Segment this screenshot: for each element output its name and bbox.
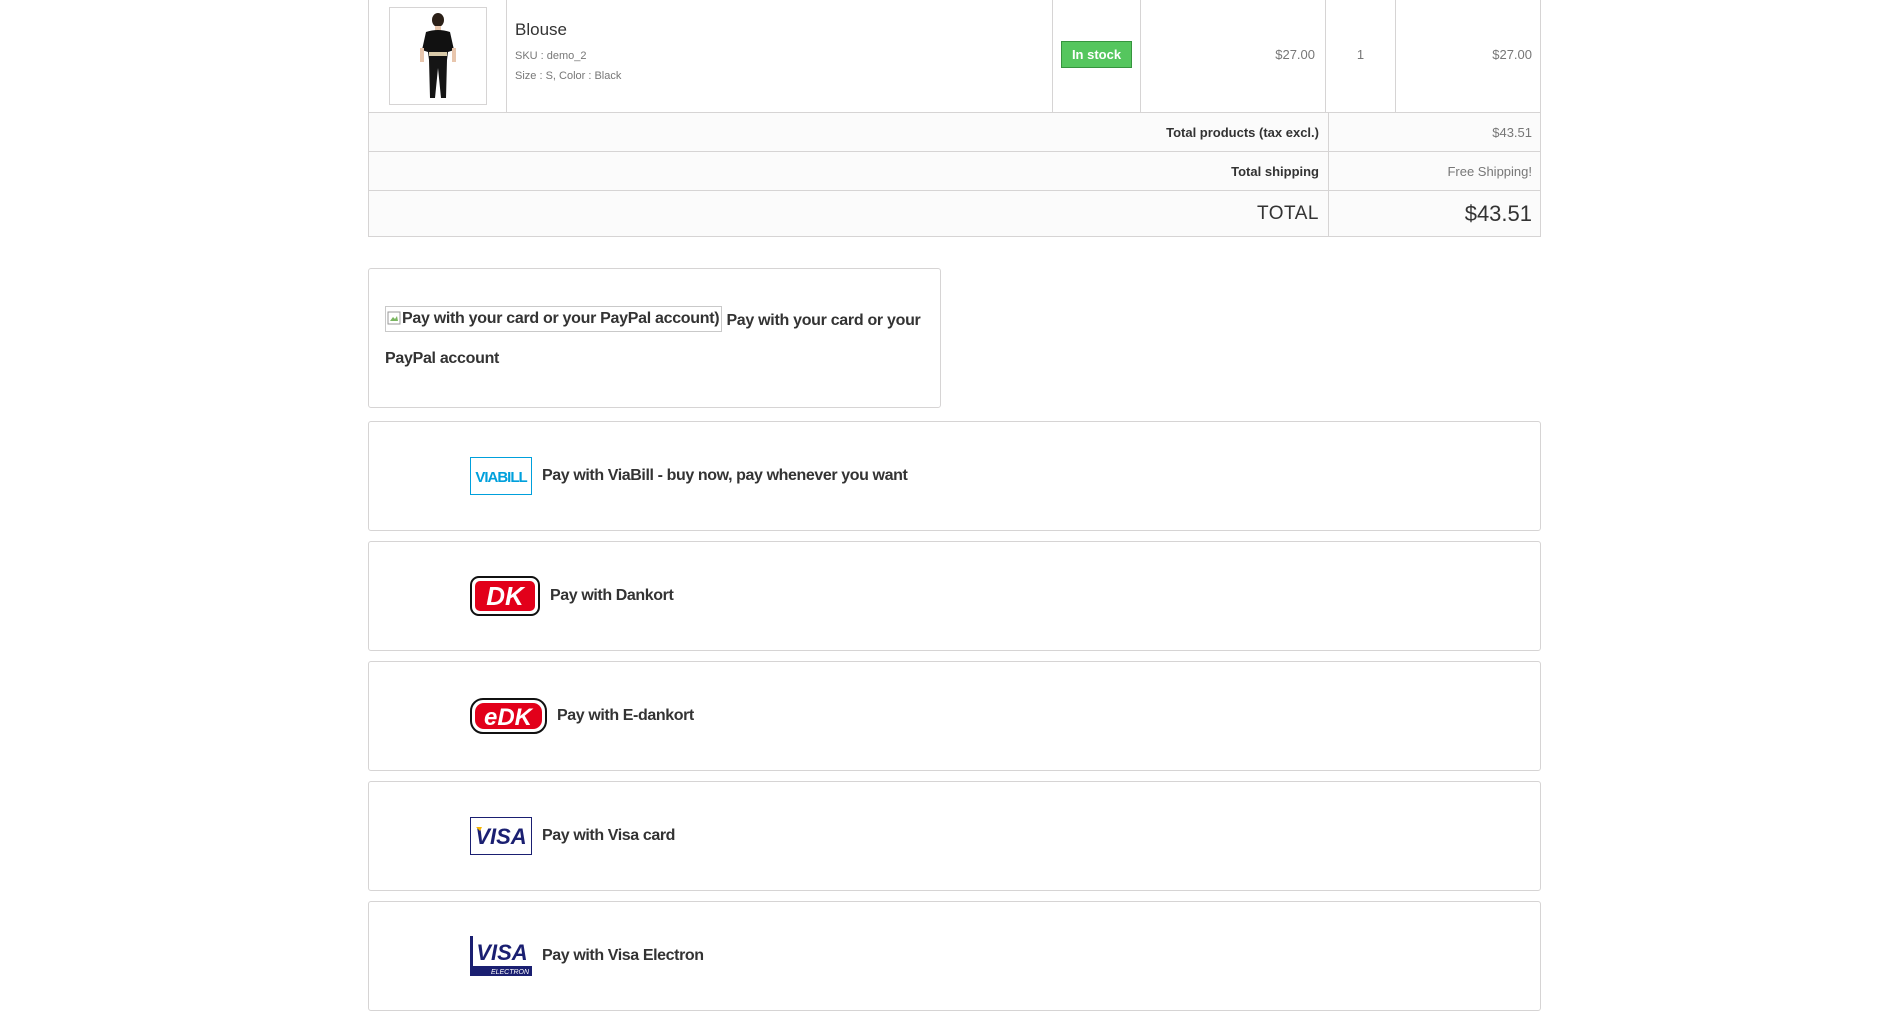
in-stock-badge: In stock xyxy=(1060,41,1133,68)
quantity: 1 xyxy=(1325,0,1395,112)
dankort-logo: DK xyxy=(470,576,540,616)
payment-option-paypal: Pay with your card or your PayPal accoun… xyxy=(368,268,941,408)
blouse-product-image xyxy=(419,13,456,98)
viabill-logo-text: VIABILL xyxy=(475,469,527,486)
total-value: $43.51 xyxy=(1328,191,1540,236)
visa-icon: VISA xyxy=(470,817,532,855)
payment-option-dankort[interactable]: DK Pay with Dankort xyxy=(368,541,1541,651)
unit-price: $27.00 xyxy=(1140,0,1325,112)
availability-cell: In stock xyxy=(1052,0,1140,112)
product-name-link[interactable]: Blouse xyxy=(515,20,567,40)
cart-table: Blouse SKU : demo_2 Size : S, Color : Bl… xyxy=(368,0,1541,237)
viabill-payment-label: Pay with ViaBill - buy now, pay whenever… xyxy=(542,467,908,484)
product-attributes: Size : S, Color : Black xyxy=(515,70,622,82)
dankort-payment-label: Pay with Dankort xyxy=(550,587,674,604)
paypal-logo-broken-image: Pay with your card or your PayPal accoun… xyxy=(385,306,723,332)
dankort-icon: DK xyxy=(470,576,540,616)
paypal-payment-link[interactable]: Pay with your card or your PayPal accoun… xyxy=(385,306,921,367)
edankort-logo: eDK xyxy=(470,698,547,734)
viabill-logo: VIABILL xyxy=(470,457,532,495)
payment-option-edankort[interactable]: eDK Pay with E-dankort xyxy=(368,661,1541,771)
table-row: Total shipping Free Shipping! xyxy=(369,151,1540,190)
total-shipping-value: Free Shipping! xyxy=(1328,152,1540,190)
visa-electron-icon: VISA ELECTRON xyxy=(470,936,532,976)
product-thumbnail[interactable] xyxy=(388,7,487,105)
dankort-logo-text: DK xyxy=(486,581,526,611)
total-products-value: $43.51 xyxy=(1328,113,1540,151)
table-row: TOTAL $43.51 xyxy=(369,190,1540,236)
visa-logo: VISA xyxy=(470,817,532,855)
visa-electron-logo-text: VISA xyxy=(476,940,527,965)
product-image-cell xyxy=(369,0,506,112)
order-summary: Blouse SKU : demo_2 Size : S, Color : Bl… xyxy=(368,0,1541,1011)
viabill-icon: VIABILL xyxy=(470,457,532,495)
table-row: Blouse SKU : demo_2 Size : S, Color : Bl… xyxy=(369,0,1540,112)
product-sku: SKU : demo_2 xyxy=(515,50,587,62)
broken-image-icon xyxy=(387,311,401,325)
paypal-image-alt-text: Pay with your card or your PayPal accoun… xyxy=(402,310,720,327)
product-description-cell: Blouse SKU : demo_2 Size : S, Color : Bl… xyxy=(506,0,1052,112)
visa-electron-logo: VISA ELECTRON xyxy=(470,936,532,976)
total-products-label: Total products (tax excl.) xyxy=(1166,124,1319,140)
visa-electron-payment-label: Pay with Visa Electron xyxy=(542,947,704,964)
edankort-logo-text: eDK xyxy=(484,704,534,731)
edankort-icon: eDK xyxy=(470,698,547,734)
payment-option-visa[interactable]: VISA Pay with Visa card xyxy=(368,781,1541,891)
table-row: Total products (tax excl.) $43.51 xyxy=(369,112,1540,151)
line-total: $27.00 xyxy=(1395,0,1540,112)
visa-logo-text: VISA xyxy=(475,824,526,849)
edankort-payment-label: Pay with E-dankort xyxy=(557,707,694,724)
total-label: TOTAL xyxy=(1257,202,1319,224)
payment-option-viabill[interactable]: VIABILL Pay with ViaBill - buy now, pay … xyxy=(368,421,1541,531)
visa-electron-sub-text: ELECTRON xyxy=(491,969,530,976)
total-shipping-label: Total shipping xyxy=(1231,163,1319,179)
payment-option-visa-electron[interactable]: VISA ELECTRON Pay with Visa Electron xyxy=(368,901,1541,1011)
visa-payment-label: Pay with Visa card xyxy=(542,827,676,844)
